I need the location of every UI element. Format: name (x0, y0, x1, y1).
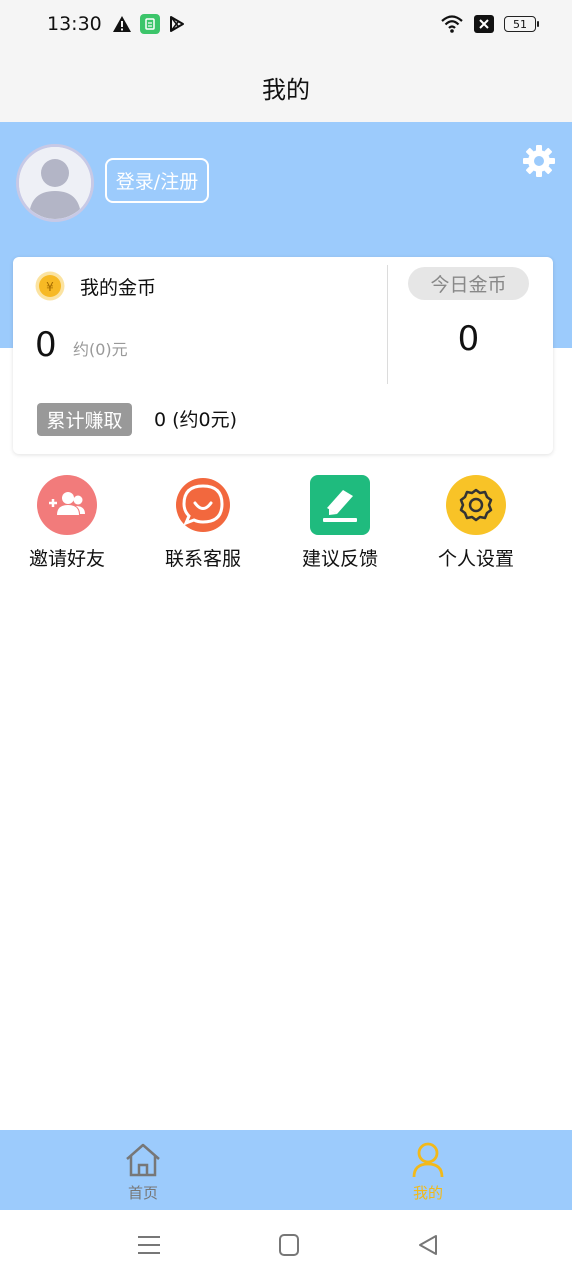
customer-service-icon (176, 478, 230, 532)
action-label: 联系客服 (164, 548, 241, 570)
invite-friends-button[interactable]: 邀请好友 (7, 474, 127, 574)
action-grid: 邀请好友 联系客服 建议反馈 个人设置 (0, 474, 572, 584)
coin-icon: ¥ (35, 271, 65, 301)
battery-icon: 51 (504, 16, 539, 32)
tab-mine[interactable]: 我的 (358, 1130, 498, 1210)
profile-icon (412, 1142, 444, 1178)
personal-settings-icon (446, 475, 506, 535)
home-icon (126, 1143, 160, 1177)
close-box-icon (474, 15, 494, 33)
tab-home[interactable]: 首页 (73, 1130, 213, 1210)
my-coins-title: 我的金币 (80, 277, 157, 299)
coin-approx-value: 约(0)元 (73, 340, 128, 359)
action-label: 个人设置 (437, 548, 514, 570)
feedback-icon (310, 475, 370, 535)
today-coins-badge: 今日金币 (408, 267, 529, 300)
status-right-icons: 51 (440, 14, 539, 34)
action-label: 建议反馈 (301, 548, 378, 570)
status-left-icons (112, 14, 186, 34)
coin-balance: 0 (35, 325, 57, 365)
card-divider (387, 265, 388, 384)
play-store-icon (170, 16, 184, 32)
warning-icon (113, 16, 131, 32)
invite-friends-icon (37, 475, 97, 535)
system-nav-bar (0, 1210, 572, 1280)
battery-level: 51 (513, 17, 527, 31)
page-title-bar: 我的 (0, 52, 572, 122)
status-bar: 13:30 51 (0, 0, 572, 52)
personal-settings-button[interactable]: 个人设置 (416, 474, 536, 574)
action-label: 邀请好友 (28, 548, 105, 570)
contact-service-button[interactable]: 联系客服 (143, 474, 263, 574)
tab-label: 首页 (127, 1184, 158, 1202)
feedback-button[interactable]: 建议反馈 (280, 474, 400, 574)
app-notification-icon (140, 14, 160, 34)
home-square-icon[interactable] (274, 1232, 304, 1258)
today-coins-value: 0 (457, 319, 480, 359)
status-time: 13:30 (47, 13, 102, 35)
wifi-icon (441, 15, 463, 33)
menu-icon[interactable] (134, 1232, 164, 1258)
login-register-button[interactable]: 登录/注册 (105, 158, 209, 203)
bottom-tab-bar: 首页 我的 (0, 1130, 572, 1210)
svg-text:¥: ¥ (46, 280, 54, 294)
total-earned-badge: 累计赚取 (37, 403, 132, 436)
default-avatar-icon (19, 147, 91, 219)
avatar[interactable] (16, 144, 94, 222)
tab-label: 我的 (412, 1184, 443, 1202)
back-triangle-icon[interactable] (414, 1232, 444, 1258)
page-title: 我的 (262, 75, 310, 104)
coin-card: ¥ 我的金币 0 约(0)元 今日金币 0 累计赚取 0 (约0元) (13, 257, 553, 454)
gear-icon[interactable] (521, 143, 557, 179)
total-earned-value: 0 (约0元) (154, 409, 238, 431)
